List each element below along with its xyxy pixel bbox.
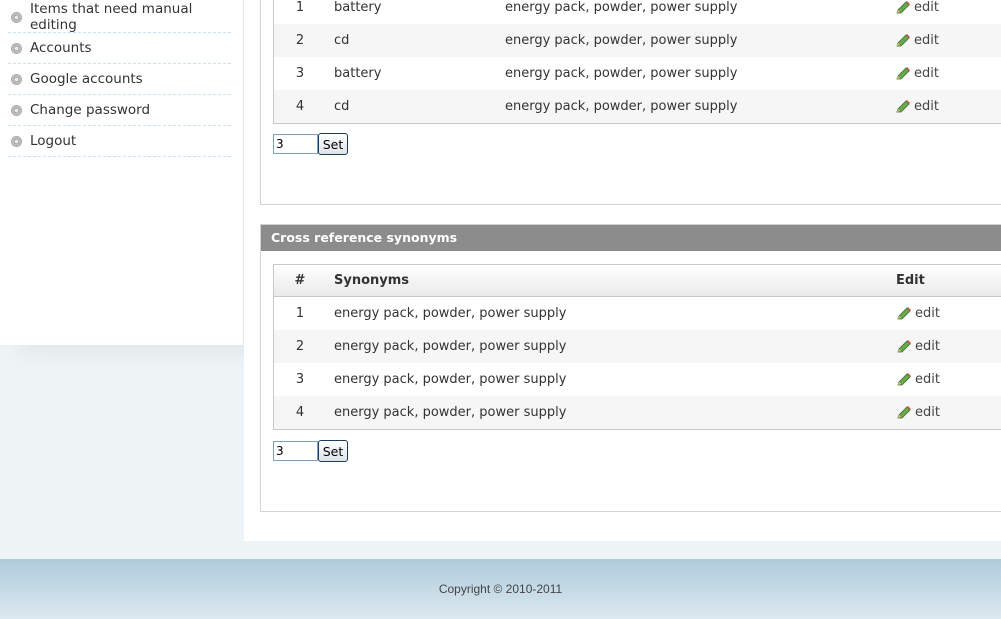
- part-name: battery: [334, 0, 382, 15]
- sidebar-item-label: Change password: [30, 102, 151, 118]
- synonyms-cell: energy pack, powder, power supply: [505, 99, 738, 114]
- synonyms-section: Cross reference synonyms # Synonyms Edit…: [260, 224, 1001, 512]
- pencil-icon: [897, 339, 911, 352]
- row-number: 1: [295, 306, 305, 321]
- table-row: 3 battery energy pack, powder, power sup…: [274, 57, 1001, 90]
- edit-cell: edit: [895, 0, 995, 15]
- table-row: 3 energy pack, powder, power supply edit: [274, 363, 1001, 396]
- edit-label: edit: [915, 306, 940, 321]
- table-row: 4 energy pack, powder, power supply edit: [274, 396, 1001, 429]
- bullet-icon: [11, 73, 22, 85]
- page-size-input[interactable]: [273, 134, 318, 154]
- sidebar: Items that need manual editing Accounts …: [0, 0, 244, 345]
- edit-cell: edit: [896, 372, 996, 387]
- pager: Set: [273, 133, 348, 155]
- synonyms-cell: energy pack, powder, power supply: [505, 66, 738, 81]
- synonyms-cell: energy pack, powder, power supply: [505, 33, 738, 48]
- edit-label: edit: [915, 405, 940, 420]
- table-row: 1 energy pack, powder, power supply edit: [274, 297, 1001, 330]
- row-number: 4: [295, 99, 305, 114]
- edit-cell: edit: [895, 99, 995, 114]
- bullet-icon: [11, 42, 22, 54]
- part-name: cd: [334, 99, 350, 114]
- pencil-icon: [897, 306, 911, 319]
- edit-label: edit: [915, 372, 940, 387]
- row-number: 1: [295, 0, 305, 15]
- pencil-icon: [896, 66, 910, 79]
- row-number: 4: [295, 405, 305, 420]
- edit-cell: edit: [895, 33, 995, 48]
- sidebar-item-accounts[interactable]: Accounts: [8, 33, 231, 64]
- edit-link[interactable]: edit: [896, 372, 940, 387]
- cross-reference-table: 1 battery energy pack, powder, power sup…: [273, 0, 1001, 124]
- row-number: 3: [295, 372, 305, 387]
- sidebar-item-label: Google accounts: [30, 71, 143, 87]
- pager: Set: [273, 440, 348, 462]
- set-button[interactable]: Set: [318, 440, 348, 462]
- synonyms-cell: energy pack, powder, power supply: [334, 306, 567, 321]
- synonyms-cell: energy pack, powder, power supply: [334, 372, 567, 387]
- synonyms-cell: energy pack, powder, power supply: [334, 339, 567, 354]
- part-name: battery: [334, 66, 382, 81]
- pencil-icon: [897, 372, 911, 385]
- edit-label: edit: [914, 0, 939, 15]
- edit-link[interactable]: edit: [895, 66, 939, 81]
- edit-link[interactable]: edit: [896, 306, 940, 321]
- set-button[interactable]: Set: [318, 133, 348, 155]
- section-title: Cross reference synonyms: [261, 225, 1001, 251]
- table-row: 4 cd energy pack, powder, power supply e…: [274, 90, 1001, 123]
- edit-link[interactable]: edit: [896, 339, 940, 354]
- pencil-icon: [896, 0, 910, 13]
- cross-reference-section: 1 battery energy pack, powder, power sup…: [260, 0, 1001, 205]
- sidebar-item-label: Accounts: [30, 40, 92, 56]
- sidebar-item-google-accounts[interactable]: Google accounts: [8, 64, 231, 95]
- row-number: 2: [295, 33, 305, 48]
- synonyms-table: # Synonyms Edit 1 energy pack, powder, p…: [273, 264, 1001, 430]
- edit-cell: edit: [895, 66, 995, 81]
- synonyms-cell: energy pack, powder, power supply: [505, 0, 738, 15]
- pencil-icon: [897, 405, 911, 418]
- main-content: 1 battery energy pack, powder, power sup…: [244, 0, 1001, 541]
- bullet-icon: [11, 135, 22, 147]
- bullet-icon: [11, 11, 22, 23]
- sidebar-item-logout[interactable]: Logout: [8, 126, 231, 157]
- pencil-icon: [896, 33, 910, 46]
- sidebar-item-change-password[interactable]: Change password: [8, 95, 231, 126]
- pencil-icon: [896, 99, 910, 112]
- edit-label: edit: [914, 99, 939, 114]
- header-edit: Edit: [896, 273, 925, 288]
- edit-cell: edit: [896, 339, 996, 354]
- sidebar-item-label: Logout: [30, 133, 77, 149]
- edit-link[interactable]: edit: [896, 405, 940, 420]
- copyright-text: Copyright © 2010-2011: [438, 582, 563, 596]
- bullet-icon: [11, 104, 22, 116]
- row-number: 2: [295, 339, 305, 354]
- edit-cell: edit: [896, 306, 996, 321]
- edit-cell: edit: [896, 405, 996, 420]
- table-row: 2 cd energy pack, powder, power supply e…: [274, 24, 1001, 57]
- page-size-input[interactable]: [273, 441, 318, 461]
- edit-label: edit: [914, 33, 939, 48]
- header-synonyms[interactable]: Synonyms: [326, 273, 896, 288]
- sidebar-item-manual-editing[interactable]: Items that need manual editing: [8, 1, 231, 33]
- table-row: 2 energy pack, powder, power supply edit: [274, 330, 1001, 363]
- table-row: 1 battery energy pack, powder, power sup…: [274, 0, 1001, 24]
- synonyms-cell: energy pack, powder, power supply: [334, 405, 567, 420]
- table-header: # Synonyms Edit: [274, 265, 1001, 297]
- sidebar-item-label: Items that need manual editing: [30, 1, 193, 33]
- edit-label: edit: [914, 66, 939, 81]
- sidebar-menu: Items that need manual editing Accounts …: [8, 1, 231, 157]
- edit-link[interactable]: edit: [895, 33, 939, 48]
- edit-link[interactable]: edit: [895, 99, 939, 114]
- footer: Copyright © 2010-2011: [0, 559, 1001, 619]
- edit-link[interactable]: edit: [895, 0, 939, 15]
- edit-label: edit: [915, 339, 940, 354]
- header-number[interactable]: #: [274, 273, 326, 288]
- row-number: 3: [295, 66, 305, 81]
- part-name: cd: [334, 33, 350, 48]
